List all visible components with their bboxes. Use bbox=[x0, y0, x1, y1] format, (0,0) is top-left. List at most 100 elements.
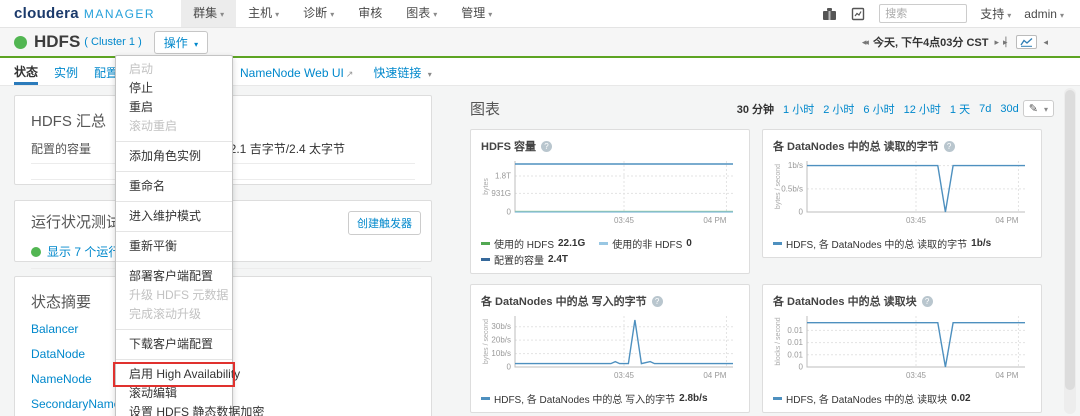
logo-secondary: MANAGER bbox=[84, 7, 155, 21]
chart-plot: 00.010.010.0103:4504 PMblocks / second bbox=[773, 311, 1031, 385]
legend-swatch-icon bbox=[481, 397, 490, 400]
legend-swatch-icon bbox=[773, 397, 782, 400]
menu-separator bbox=[116, 201, 232, 202]
cloudera-manager-page: { "icons": { "info": "?", "caret": "▾", … bbox=[0, 0, 1080, 416]
time-range-link[interactable]: 6 小时 bbox=[863, 101, 894, 117]
tab-bar-links: NameNode Web UI↗ 快速链接 ▾ bbox=[240, 64, 432, 81]
chart-card[interactable]: HDFS 容量?0931G1.8T03:4504 PMbytes使用的 HDFS… bbox=[470, 129, 750, 274]
actions-menu-item[interactable]: 重新平衡 bbox=[116, 237, 232, 256]
chart-legend: HDFS, 各 DataNodes 中的总 写入的字节2.8b/s bbox=[481, 391, 739, 406]
topnav-menu-item[interactable]: 审核 bbox=[346, 0, 394, 27]
svg-text:04 PM: 04 PM bbox=[995, 216, 1018, 225]
time-range-link[interactable]: 30 分钟 bbox=[737, 101, 774, 117]
actions-menu-item[interactable]: 停止 bbox=[116, 79, 232, 98]
chart-card[interactable]: 各 DataNodes 中的总 写入的字节?010b/s20b/s30b/s03… bbox=[470, 284, 750, 413]
actions-menu-item[interactable]: 重启 bbox=[116, 98, 232, 117]
chevron-down-icon: ▾ bbox=[220, 10, 224, 19]
info-icon[interactable]: ? bbox=[652, 296, 663, 307]
actions-button[interactable]: 操作 ▾ bbox=[154, 31, 208, 54]
time-range-widget: ◂◂ 今天, 下午4点03分 CST ▸ ▸▏ ◂ bbox=[862, 34, 1046, 50]
actions-menu-item[interactable]: 重命名 bbox=[116, 177, 232, 196]
actions-menu-item[interactable]: 部署客户端配置 bbox=[116, 267, 232, 286]
support-menu[interactable]: 支持▾ bbox=[980, 5, 1011, 22]
time-range-link[interactable]: 12 小时 bbox=[904, 101, 941, 117]
quick-links-menu[interactable]: 快速链接 ▾ bbox=[373, 64, 431, 81]
svg-text:0.01: 0.01 bbox=[787, 338, 803, 347]
actions-dropdown: 启动停止重启滚动重启添加角色实例重命名进入维护模式重新平衡部署客户端配置升级 H… bbox=[115, 55, 233, 416]
cloudera-logo[interactable]: cloudera MANAGER bbox=[14, 5, 155, 22]
actions-menu-item[interactable]: 进入维护模式 bbox=[116, 207, 232, 226]
main-menu: 群集▾主机▾诊断▾审核图表▾管理▾ bbox=[181, 0, 504, 27]
svg-text:0: 0 bbox=[799, 208, 804, 217]
time-label[interactable]: 今天, 下午4点03分 CST bbox=[873, 34, 989, 50]
info-icon[interactable]: ? bbox=[922, 296, 933, 307]
svg-text:0: 0 bbox=[799, 363, 804, 372]
chart-card-title: 各 DataNodes 中的总 读取的字节 bbox=[773, 138, 939, 154]
actions-menu-item[interactable]: 启用 High Availability bbox=[116, 365, 232, 384]
chevron-down-icon: ▾ bbox=[330, 10, 334, 19]
actions-menu-item[interactable]: 添加角色实例 bbox=[116, 147, 232, 166]
svg-text:03:45: 03:45 bbox=[614, 216, 635, 225]
actions-menu-item: 滚动重启 bbox=[116, 117, 232, 136]
legend-swatch-icon bbox=[599, 242, 608, 245]
svg-text:1.8T: 1.8T bbox=[495, 172, 511, 181]
cluster-name-link[interactable]: ( Cluster 1 ) bbox=[84, 36, 141, 48]
line-chart-icon bbox=[1020, 37, 1033, 47]
time-chart-button[interactable] bbox=[1016, 35, 1037, 49]
top-nav: cloudera MANAGER 群集▾主机▾诊断▾审核图表▾管理▾ 支持▾ a… bbox=[0, 0, 1080, 28]
time-range-link[interactable]: 2 小时 bbox=[823, 101, 854, 117]
namenode-web-ui-link[interactable]: NameNode Web UI↗ bbox=[240, 66, 353, 80]
actions-menu-item: 启动 bbox=[116, 60, 232, 79]
scrollbar[interactable] bbox=[1064, 88, 1076, 414]
time-collapse-icon[interactable]: ◂ bbox=[1043, 37, 1046, 48]
chart-card[interactable]: 各 DataNodes 中的总 读取的字节? 00.5b/s1b/s03:4504… bbox=[762, 129, 1042, 258]
time-forward-icon[interactable]: ▸ bbox=[994, 37, 997, 48]
svg-text:0: 0 bbox=[507, 363, 512, 372]
legend-item: 配置的容量2.4T bbox=[481, 252, 568, 267]
time-range-link[interactable]: 1 小时 bbox=[783, 101, 814, 117]
actions-menu-item[interactable]: 下载客户端配置 bbox=[116, 335, 232, 354]
legend-item: HDFS, 各 DataNodes 中的总 写入的字节2.8b/s bbox=[481, 391, 708, 406]
chevron-down-icon: ▾ bbox=[428, 70, 432, 79]
topnav-menu-item[interactable]: 诊断▾ bbox=[291, 0, 346, 27]
tab-active[interactable]: 状态 bbox=[14, 60, 38, 85]
actions-menu-item[interactable]: 设置 HDFS 静态数据加密 bbox=[116, 403, 232, 416]
namenode-link-label: NameNode Web UI bbox=[240, 66, 344, 80]
time-range-link[interactable]: 1 天 bbox=[950, 101, 970, 117]
time-back-icon[interactable]: ◂◂ bbox=[862, 37, 867, 48]
tab-item[interactable]: 实例 bbox=[54, 60, 78, 85]
legend-item: HDFS, 各 DataNodes 中的总 读取的字节1b/s bbox=[773, 236, 991, 251]
actions-menu-item[interactable]: 滚动编辑 bbox=[116, 384, 232, 403]
svg-text:0: 0 bbox=[507, 208, 512, 217]
chart-plot: 0931G1.8T03:4504 PMbytes bbox=[481, 156, 739, 230]
time-range-link[interactable]: 7d bbox=[979, 103, 991, 115]
menu-separator bbox=[116, 261, 232, 262]
svg-text:blocks / second: blocks / second bbox=[775, 317, 782, 365]
topnav-menu-item[interactable]: 管理▾ bbox=[449, 0, 504, 27]
chart-plot: 00.5b/s1b/s03:4504 PMbytes / second bbox=[773, 156, 1031, 230]
topnav-menu-item[interactable]: 群集▾ bbox=[181, 0, 236, 27]
chevron-down-icon: ▾ bbox=[275, 10, 279, 19]
chart-card[interactable]: 各 DataNodes 中的总 读取块?00.010.010.0103:4504… bbox=[762, 284, 1042, 413]
info-icon[interactable]: ? bbox=[541, 141, 552, 152]
running-commands-icon[interactable] bbox=[850, 6, 866, 22]
time-range-link[interactable]: 30d bbox=[1000, 103, 1018, 115]
time-forward-end-icon[interactable]: ▸▏ bbox=[1003, 37, 1010, 48]
svg-text:0.01: 0.01 bbox=[787, 350, 803, 359]
parcel-icon[interactable] bbox=[821, 6, 837, 22]
menu-separator bbox=[116, 359, 232, 360]
charts-grid: HDFS 容量?0931G1.8T03:4504 PMbytes使用的 HDFS… bbox=[470, 129, 1056, 416]
edit-charts-button[interactable]: ✎ ▾ bbox=[1023, 100, 1054, 117]
user-menu[interactable]: admin▾ bbox=[1024, 7, 1064, 21]
create-trigger-button[interactable]: 创建触发器 bbox=[348, 211, 421, 235]
topnav-menu-item[interactable]: 主机▾ bbox=[236, 0, 291, 27]
topnav-menu-item[interactable]: 图表▾ bbox=[394, 0, 449, 27]
scrollbar-thumb[interactable] bbox=[1065, 90, 1075, 390]
info-icon[interactable]: ? bbox=[944, 141, 955, 152]
svg-text:04 PM: 04 PM bbox=[703, 216, 726, 225]
user-label: admin bbox=[1024, 7, 1057, 21]
legend-item: 使用的非 HDFS0 bbox=[599, 236, 692, 251]
search-input[interactable] bbox=[879, 4, 967, 23]
charts-title: 图表 bbox=[470, 98, 500, 119]
legend-swatch-icon bbox=[481, 242, 490, 245]
